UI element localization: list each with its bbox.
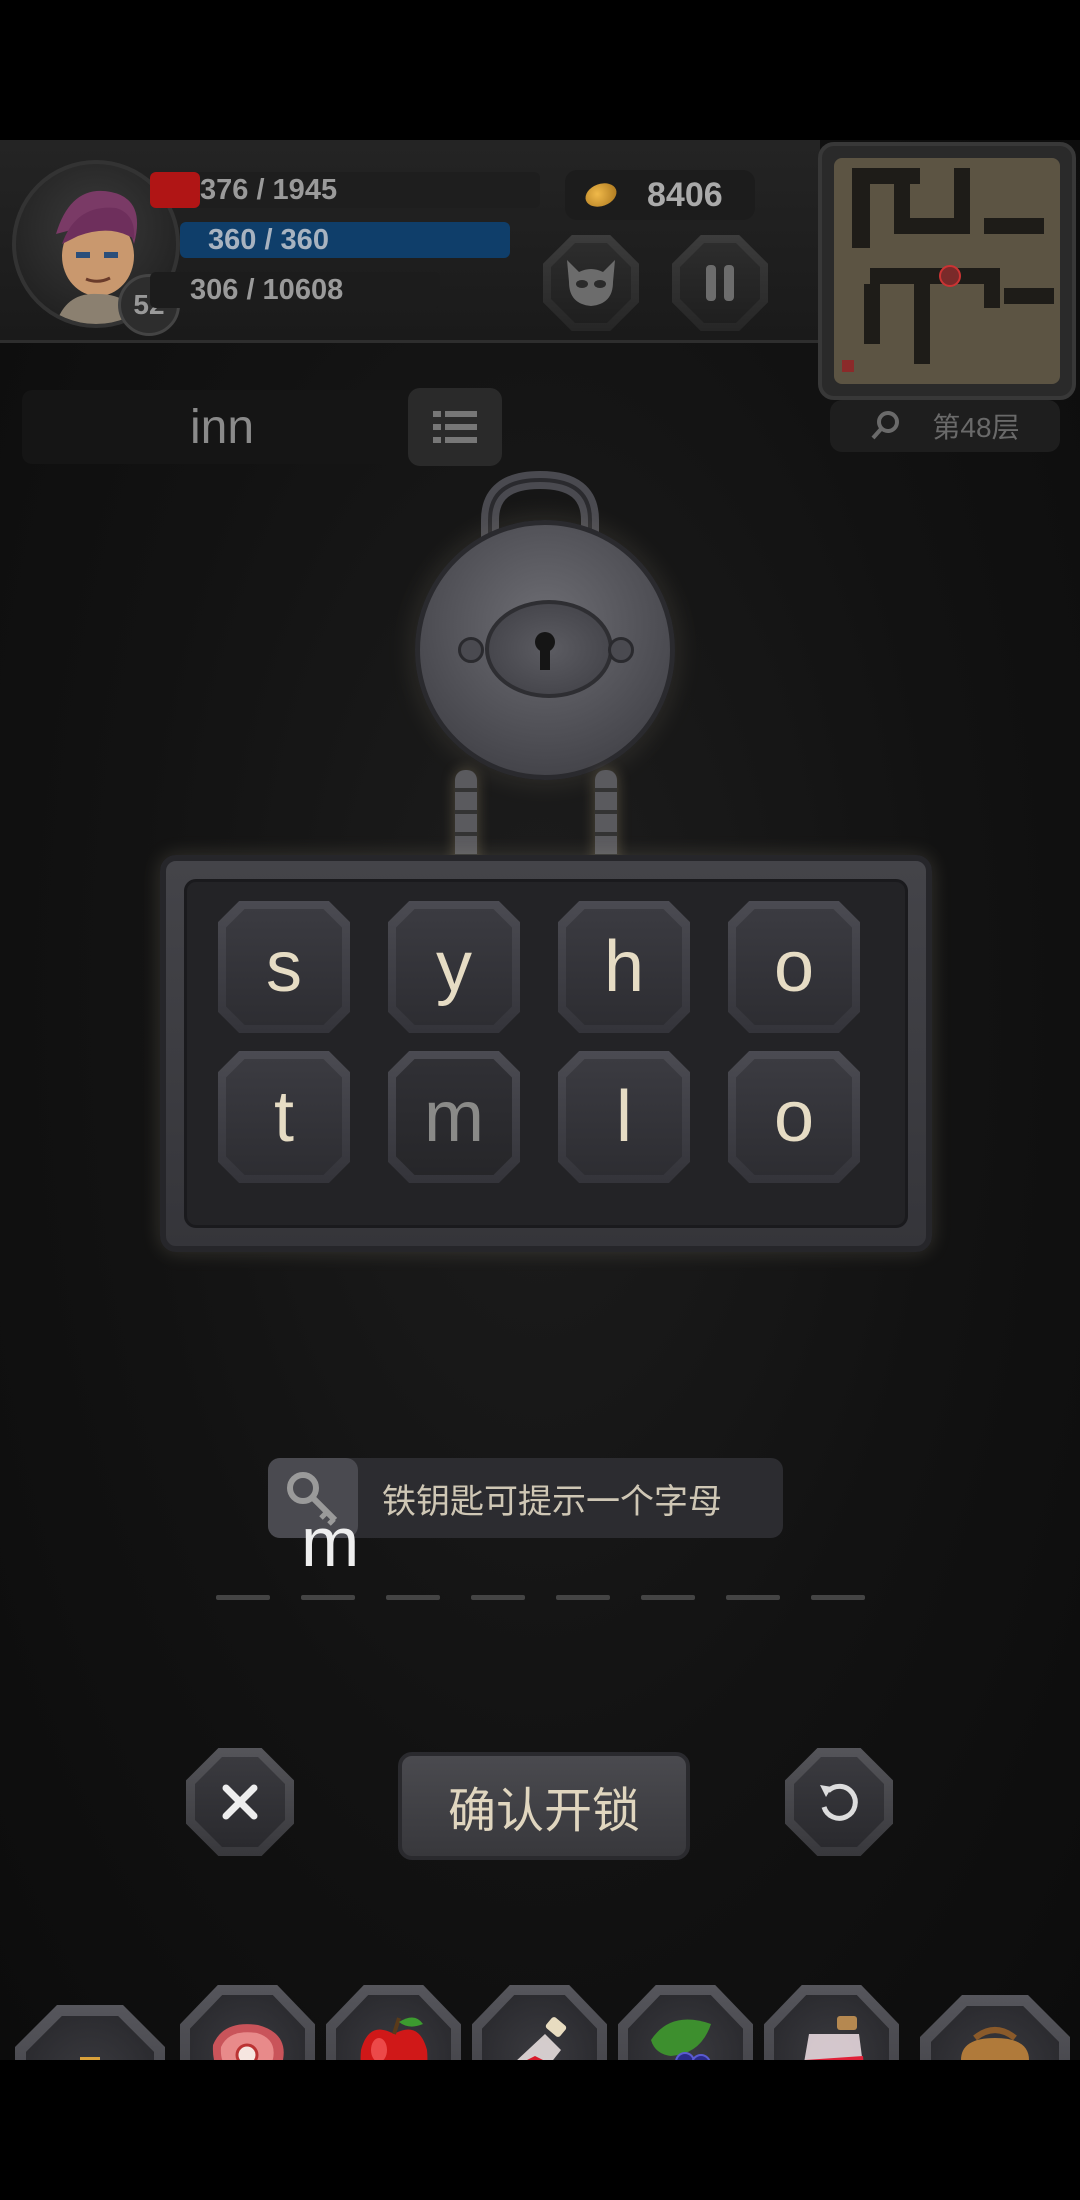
backpack-icon (961, 2027, 1029, 2060)
demon-face-icon (567, 260, 615, 306)
red-potion-icon (506, 2017, 566, 2060)
minimap[interactable] (818, 142, 1076, 400)
answer-slot: m (301, 1503, 359, 1600)
reset-button[interactable] (785, 1748, 893, 1856)
search-icon (871, 411, 900, 440)
answer-slot (216, 1530, 270, 1600)
answer-slot (556, 1530, 610, 1600)
grapes-icon (650, 2019, 711, 2060)
gold-value: 8406 (647, 175, 723, 214)
minimap-maze (842, 168, 1054, 372)
list-icon (433, 411, 477, 443)
inventory-slot-red-potion[interactable] (472, 1985, 607, 2060)
floor-indicator[interactable]: 第48层 (830, 400, 1060, 452)
padlock (410, 470, 675, 900)
gold-counter: 8406 (565, 170, 755, 220)
floor-label: 第48层 (932, 412, 1020, 443)
hp-text: 376 / 1945 (200, 173, 338, 206)
descend-button[interactable] (15, 2005, 165, 2060)
answer-slot (471, 1530, 525, 1600)
backpack-button[interactable] (920, 1995, 1070, 2060)
inventory-slot-meat[interactable] (180, 1985, 315, 2060)
letter-tile[interactable]: s (218, 901, 350, 1033)
keyhole-icon (535, 632, 555, 670)
minimap-view (834, 158, 1060, 384)
letter-tile[interactable]: o (728, 901, 860, 1033)
arrow-down-icon (80, 2057, 100, 2060)
xp-text: 306 / 10608 (190, 273, 344, 306)
letter-tile[interactable]: t (218, 1051, 350, 1183)
answer-slot (386, 1530, 440, 1600)
pause-button[interactable] (672, 235, 768, 331)
confirm-unlock-button[interactable]: 确认开锁 (398, 1752, 690, 1860)
pause-icon (706, 265, 734, 301)
word-list-button[interactable] (408, 388, 502, 466)
answer-slot (726, 1530, 780, 1600)
meat-icon (212, 2024, 284, 2060)
undo-icon (820, 1783, 858, 1821)
letter-tile[interactable]: h (558, 901, 690, 1033)
apple-icon (360, 2017, 427, 2060)
answer-slot (811, 1530, 865, 1600)
letter-tile-used[interactable]: m (388, 1051, 520, 1183)
letter-tile[interactable]: o (728, 1051, 860, 1183)
current-word: inn (189, 400, 255, 454)
letter-board: s y h o t m l o (160, 855, 932, 1252)
inventory-slot-apple[interactable] (326, 1985, 461, 2060)
close-icon (222, 1784, 258, 1820)
letter-tile[interactable]: l (558, 1051, 690, 1183)
hint-text: 铁钥匙可提示一个字母 (382, 1481, 722, 1522)
padlock-body (415, 520, 675, 780)
hp-bar: 376 / 1945 (150, 170, 540, 210)
gold-coin-icon (582, 179, 620, 211)
mp-text: 360 / 360 (208, 223, 329, 256)
xp-bar: 306 / 10608 (150, 270, 440, 310)
letter-tile[interactable]: y (388, 901, 520, 1033)
game-screen: 52 376 / 1945 360 / 360 306 / 10608 8406 (0, 140, 1080, 2060)
inventory-slot-grapes[interactable] (618, 1985, 753, 2060)
keyhole (485, 600, 613, 698)
confirm-unlock-label: 确认开锁 (447, 1783, 640, 1839)
answer-slot (641, 1530, 695, 1600)
monster-guide-button[interactable] (543, 235, 639, 331)
inventory-slot-health-potion[interactable] (764, 1985, 899, 2060)
health-potion-icon (800, 2016, 865, 2060)
mp-bar: 360 / 360 (150, 220, 510, 260)
close-button[interactable] (186, 1748, 294, 1856)
